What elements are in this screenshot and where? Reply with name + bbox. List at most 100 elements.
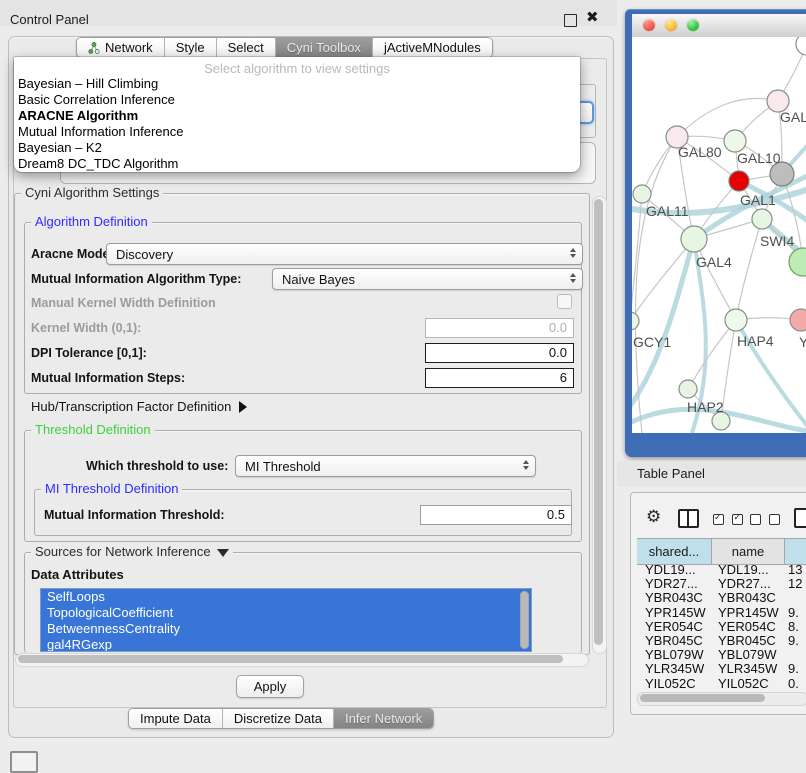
dropdown-item[interactable]: Mutual Information Inference xyxy=(14,124,580,140)
tab-select[interactable]: Select xyxy=(217,38,276,57)
manual-kernel-width-label: Manual Kernel Width Definition xyxy=(31,296,216,310)
list-scrollbar[interactable] xyxy=(520,591,529,649)
network-node[interactable] xyxy=(632,312,639,330)
attribute-list-item[interactable]: TopologicalCoefficient xyxy=(41,605,531,621)
settings-horizontal-scrollbar[interactable] xyxy=(15,653,589,667)
mi-threshold-field[interactable]: 0.5 xyxy=(420,505,572,525)
scrollbar-thumb[interactable] xyxy=(18,655,563,663)
split-columns-icon[interactable] xyxy=(678,509,699,528)
scrollbar-thumb[interactable] xyxy=(640,694,765,702)
manual-kernel-width-checkbox[interactable] xyxy=(557,294,572,309)
kernel-width-label: Kernel Width (0,1): xyxy=(31,321,141,335)
table-row[interactable]: YBL079WYBL079W xyxy=(637,648,806,662)
dropdown-item-list: Bayesian – Hill ClimbingBasic Correlatio… xyxy=(14,76,580,172)
table-row[interactable]: YDR27...YDR27...12 xyxy=(637,577,806,591)
hub-definition-label: Hub/Transcription Factor Definition xyxy=(31,399,231,414)
mi-threshold-label: Mutual Information Threshold: xyxy=(44,508,225,522)
minimize-traffic-light-icon[interactable] xyxy=(665,19,677,31)
stepper-arrows-icon xyxy=(523,460,529,470)
node-label: GAL80 xyxy=(678,144,722,160)
table-cell: 0. xyxy=(788,677,799,691)
table-row[interactable]: YLR345WYLR345W9. xyxy=(637,662,806,676)
table-row[interactable]: YER054CYER054C8. xyxy=(637,620,806,634)
mi-algorithm-type-label: Mutual Information Algorithm Type: xyxy=(31,272,241,286)
close-traffic-light-icon[interactable] xyxy=(643,19,655,31)
tab-network[interactable]: Network xyxy=(77,38,165,57)
node-label: Y xyxy=(799,334,806,350)
table-row[interactable]: YPR145WYPR145W9. xyxy=(637,606,806,620)
tab-style[interactable]: Style xyxy=(165,38,217,57)
deselect-all-icon[interactable] xyxy=(750,512,780,530)
network-node[interactable] xyxy=(725,309,747,331)
tab-discretize-data[interactable]: Discretize Data xyxy=(223,709,334,728)
attribute-list-item[interactable]: SelfLoops xyxy=(41,589,531,605)
column-header-partial[interactable] xyxy=(785,539,806,564)
table-row[interactable]: YIL052CYIL052C0. xyxy=(637,677,806,691)
table-row[interactable]: YBR045CYBR045C9. xyxy=(637,634,806,648)
table-cell: 8. xyxy=(788,620,799,634)
document-icon[interactable] xyxy=(794,508,806,528)
kernel-width-field[interactable]: 0.0 xyxy=(425,318,574,338)
node-label: HAP2 xyxy=(687,399,724,415)
node-label: GCY1 xyxy=(633,334,671,350)
float-window-icon[interactable] xyxy=(564,14,577,27)
mi-steps-field[interactable]: 6 xyxy=(425,368,574,388)
minimized-panel-icon[interactable] xyxy=(10,751,38,773)
tab-impute-data[interactable]: Impute Data xyxy=(129,709,223,728)
collapsed-arrow-icon xyxy=(239,401,247,413)
select-all-icon[interactable] xyxy=(713,512,743,530)
dropdown-item[interactable]: Dream8 DC_TDC Algorithm xyxy=(14,156,580,172)
tab-label: Discretize Data xyxy=(234,711,322,726)
tab-cyni-toolbox[interactable]: Cyni Toolbox xyxy=(276,38,373,57)
network-node[interactable] xyxy=(796,37,806,55)
tab-infer-network[interactable]: Infer Network xyxy=(334,709,433,728)
network-node[interactable] xyxy=(679,380,697,398)
apply-button[interactable]: Apply xyxy=(236,675,304,698)
zoom-traffic-light-icon[interactable] xyxy=(687,19,699,31)
hub-definition-toggle[interactable]: Hub/Transcription Factor Definition xyxy=(31,399,247,414)
combobox-value: Naive Bayes xyxy=(282,272,355,287)
network-window-titlebar[interactable] xyxy=(632,14,806,38)
tab-label: Cyni Toolbox xyxy=(287,40,361,55)
column-header-shared-name[interactable]: shared... xyxy=(637,539,712,564)
table-cell: YBR045C xyxy=(718,634,776,648)
column-header-name[interactable]: name xyxy=(712,539,785,564)
table-cell: YIL052C xyxy=(645,677,696,691)
table-horizontal-scrollbar[interactable] xyxy=(637,692,806,706)
expanded-arrow-icon xyxy=(217,549,229,557)
network-node[interactable] xyxy=(681,226,707,252)
dropdown-item[interactable]: Basic Correlation Inference xyxy=(14,92,580,108)
table-cell: YDR27... xyxy=(645,577,698,591)
tab-label: Network xyxy=(105,40,153,55)
network-node[interactable] xyxy=(789,248,806,276)
which-threshold-combobox[interactable]: MI Threshold xyxy=(235,455,536,477)
table-row[interactable]: YDL19...YDL19...13 xyxy=(637,563,806,577)
scrollbar-thumb[interactable] xyxy=(594,199,603,645)
dropdown-item[interactable]: Bayesian – Hill Climbing xyxy=(14,76,580,92)
network-node[interactable] xyxy=(752,209,772,229)
attribute-list-item[interactable]: gal4RGexp xyxy=(41,637,531,652)
dpi-tolerance-field[interactable]: 0.0 xyxy=(425,343,574,363)
table-row[interactable]: YBR043CYBR043C xyxy=(637,591,806,605)
network-node[interactable] xyxy=(790,309,806,331)
network-node[interactable] xyxy=(729,171,749,191)
network-node[interactable] xyxy=(633,185,651,203)
tab-jactivemnodules[interactable]: jActiveMNodules xyxy=(373,38,492,57)
data-attributes-list[interactable]: SelfLoopsTopologicalCoefficientBetweenne… xyxy=(40,588,532,652)
aracne-mode-label: Aracne Mode: xyxy=(31,247,114,261)
network-canvas[interactable]: GALGAL80GAL10GAL1GAL11SWI4GAL4GCY1HAP4YH… xyxy=(632,37,806,433)
settings-gear-icon[interactable]: ⚙ xyxy=(646,508,661,525)
attribute-list-item[interactable]: BetweennessCentrality xyxy=(41,621,531,637)
dropdown-item[interactable]: Bayesian – K2 xyxy=(14,140,580,156)
table-cell: 12 xyxy=(788,577,802,591)
group-title: Threshold Definition xyxy=(31,422,155,437)
close-icon[interactable]: ✖ xyxy=(586,8,599,26)
network-node[interactable] xyxy=(724,130,746,152)
settings-vertical-scrollbar[interactable] xyxy=(592,196,607,654)
tab-label: Impute Data xyxy=(140,711,211,726)
dropdown-placeholder: Select algorithm to view settings xyxy=(14,61,580,76)
mi-algorithm-type-combobox[interactable]: Naive Bayes xyxy=(272,268,583,290)
table-cell: YLR345W xyxy=(718,662,777,676)
aracne-mode-combobox[interactable]: Discovery xyxy=(106,243,583,265)
dropdown-item[interactable]: ARACNE Algorithm xyxy=(14,108,580,124)
